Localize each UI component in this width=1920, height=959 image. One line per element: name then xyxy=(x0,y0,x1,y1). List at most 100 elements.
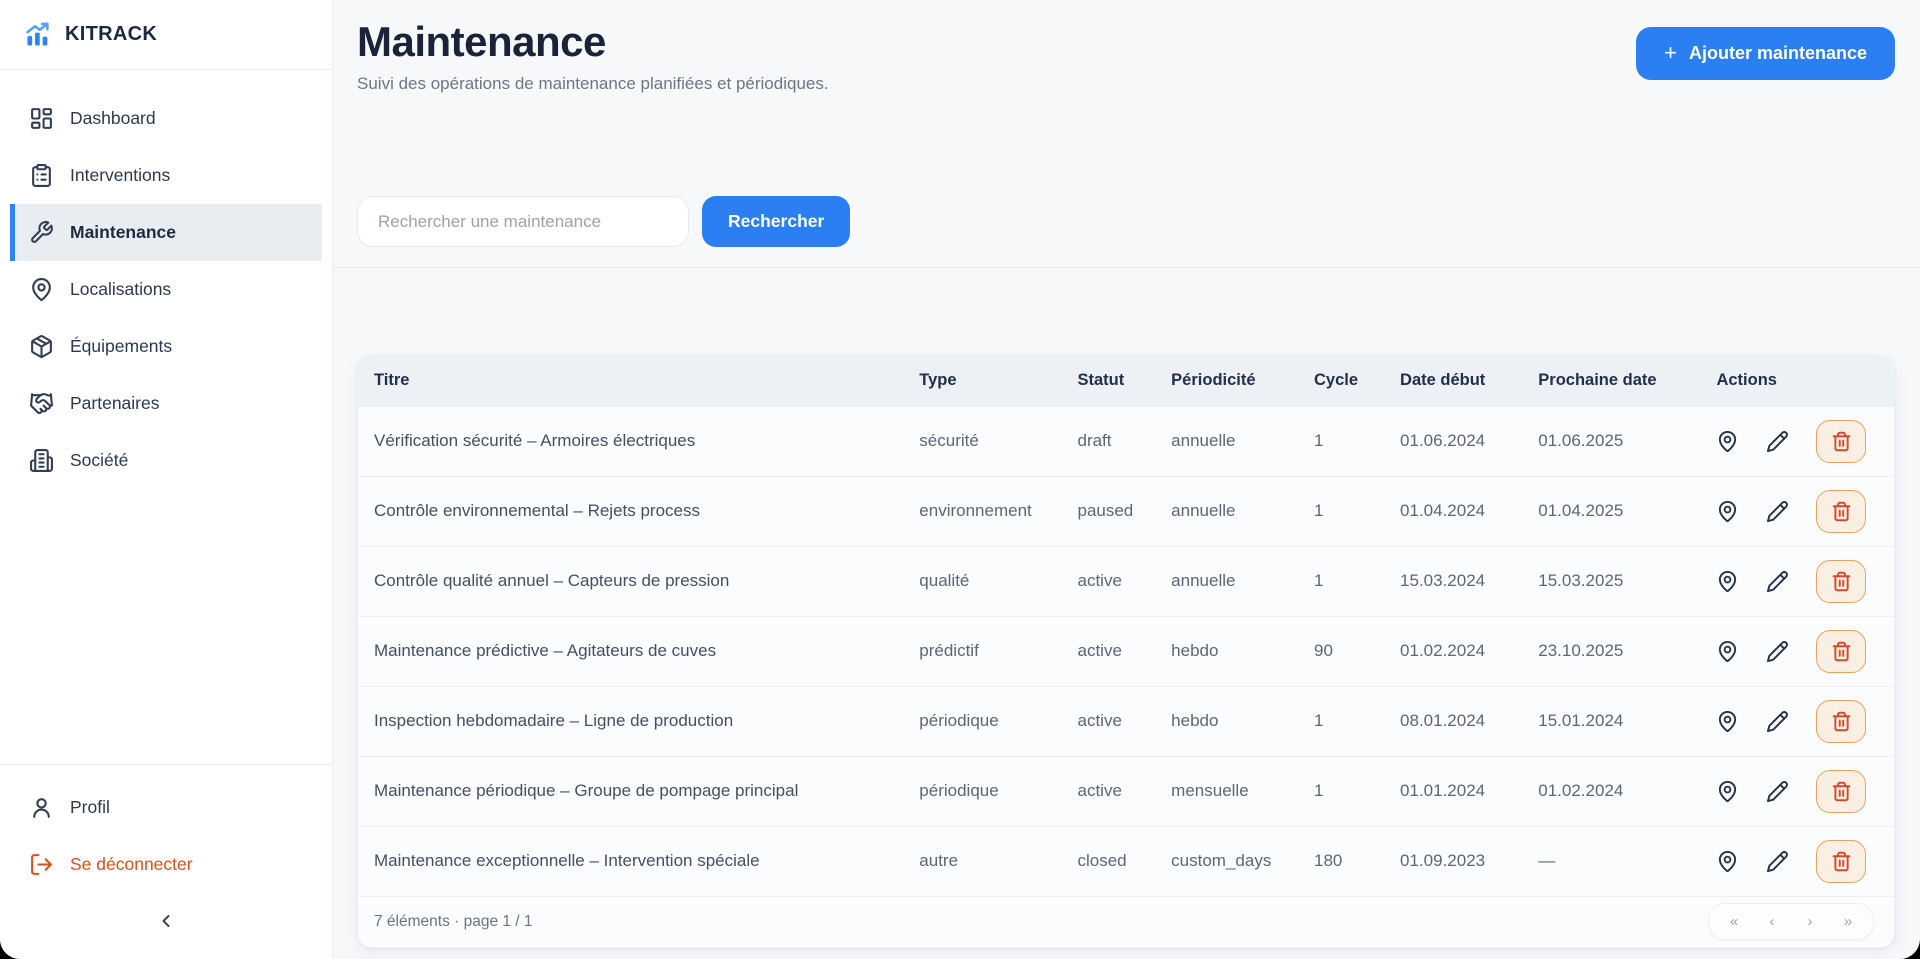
delete-button[interactable] xyxy=(1816,490,1866,533)
cell-cycle: 1 xyxy=(1298,406,1384,476)
cell-prochaine-date: 01.02.2024 xyxy=(1522,756,1700,826)
cell-statut: active xyxy=(1061,686,1155,756)
app-name: KITRACK xyxy=(65,23,157,46)
cell-titre: Contrôle environnemental – Rejets proces… xyxy=(358,476,903,546)
pagination-first-button[interactable]: « xyxy=(1715,907,1753,937)
pagination-next-button[interactable]: › xyxy=(1791,907,1829,937)
chevron-left-icon xyxy=(156,911,176,931)
cell-titre: Maintenance exceptionnelle – Interventio… xyxy=(358,826,903,896)
delete-button[interactable] xyxy=(1816,560,1866,603)
cell-type: périodique xyxy=(903,686,1061,756)
locate-button[interactable] xyxy=(1716,850,1739,873)
trash-icon xyxy=(1831,711,1852,732)
sidebar-item-maintenance[interactable]: Maintenance xyxy=(10,204,322,261)
edit-button[interactable] xyxy=(1766,500,1789,523)
edit-button[interactable] xyxy=(1766,430,1789,453)
cell-titre: Inspection hebdomadaire – Ligne de produ… xyxy=(358,686,903,756)
edit-button[interactable] xyxy=(1766,850,1789,873)
locate-button[interactable] xyxy=(1716,780,1739,803)
handshake-icon xyxy=(29,391,54,416)
locate-button[interactable] xyxy=(1716,500,1739,523)
cell-actions xyxy=(1700,756,1894,826)
sidebar-item-label: Société xyxy=(70,450,128,471)
pencil-icon xyxy=(1766,570,1789,593)
cell-statut: paused xyxy=(1061,476,1155,546)
pagination-prev-button[interactable]: ‹ xyxy=(1753,907,1791,937)
sidebar-item-label: Interventions xyxy=(70,165,170,186)
cell-periodicite: hebdo xyxy=(1155,686,1298,756)
cell-titre: Maintenance périodique – Groupe de pompa… xyxy=(358,756,903,826)
cell-statut: active xyxy=(1061,756,1155,826)
delete-button[interactable] xyxy=(1816,700,1866,743)
cell-date-debut: 08.01.2024 xyxy=(1384,686,1522,756)
pencil-icon xyxy=(1766,780,1789,803)
column-header-periodicite: Périodicité xyxy=(1155,356,1298,406)
page-subtitle: Suivi des opérations de maintenance plan… xyxy=(357,74,829,94)
cell-cycle: 90 xyxy=(1298,616,1384,686)
sidebar-item-localisations[interactable]: Localisations xyxy=(10,261,322,318)
cell-date-debut: 01.04.2024 xyxy=(1384,476,1522,546)
plus-icon: + xyxy=(1664,42,1677,64)
sidebar-item-equipements[interactable]: Équipements xyxy=(10,318,322,375)
main-content: Maintenance Suivi des opérations de main… xyxy=(333,0,1920,959)
cell-type: environnement xyxy=(903,476,1061,546)
search-input[interactable] xyxy=(357,196,689,247)
cell-prochaine-date: 15.03.2025 xyxy=(1522,546,1700,616)
edit-button[interactable] xyxy=(1766,710,1789,733)
cell-prochaine-date: — xyxy=(1522,826,1700,896)
table-row: Maintenance prédictive – Agitateurs de c… xyxy=(358,616,1894,686)
locate-button[interactable] xyxy=(1716,640,1739,663)
cell-date-debut: 15.03.2024 xyxy=(1384,546,1522,616)
sidebar-item-societe[interactable]: Société xyxy=(10,432,322,489)
trash-icon xyxy=(1831,431,1852,452)
locate-button[interactable] xyxy=(1716,570,1739,593)
search-button[interactable]: Rechercher xyxy=(702,196,850,247)
delete-button[interactable] xyxy=(1816,630,1866,673)
map-pin-icon xyxy=(1716,640,1739,663)
edit-button[interactable] xyxy=(1766,780,1789,803)
logout-button[interactable]: Se déconnecter xyxy=(10,836,322,893)
sidebar-item-partenaires[interactable]: Partenaires xyxy=(10,375,322,432)
cell-actions xyxy=(1700,406,1894,476)
cell-actions xyxy=(1700,826,1894,896)
sidebar-item-profil[interactable]: Profil xyxy=(10,779,322,836)
add-maintenance-label: Ajouter maintenance xyxy=(1689,43,1867,64)
sidebar: KITRACK Dashboard xyxy=(0,0,333,959)
sidebar-nav: Dashboard Interventions xyxy=(0,70,332,489)
cell-cycle: 180 xyxy=(1298,826,1384,896)
cell-periodicite: annuelle xyxy=(1155,406,1298,476)
table-footer: 7 éléments · page 1 / 1 « ‹ › » xyxy=(358,896,1894,947)
locate-button[interactable] xyxy=(1716,710,1739,733)
cell-actions xyxy=(1700,616,1894,686)
delete-button[interactable] xyxy=(1816,840,1866,883)
sidebar-item-dashboard[interactable]: Dashboard xyxy=(10,90,322,147)
delete-button[interactable] xyxy=(1816,770,1866,813)
cell-periodicite: mensuelle xyxy=(1155,756,1298,826)
cell-statut: active xyxy=(1061,546,1155,616)
cell-periodicite: hebdo xyxy=(1155,616,1298,686)
delete-button[interactable] xyxy=(1816,420,1866,463)
sidebar-collapse-button[interactable] xyxy=(152,907,180,935)
cell-type: prédictif xyxy=(903,616,1061,686)
cell-date-debut: 01.02.2024 xyxy=(1384,616,1522,686)
edit-button[interactable] xyxy=(1766,640,1789,663)
sidebar-item-label: Profil xyxy=(70,797,110,818)
pagination-last-button[interactable]: » xyxy=(1829,907,1867,937)
column-header-date-debut: Date début xyxy=(1384,356,1522,406)
pencil-icon xyxy=(1766,430,1789,453)
pagination: « ‹ › » xyxy=(1708,903,1874,940)
locate-button[interactable] xyxy=(1716,430,1739,453)
results-summary: 7 éléments · page 1 / 1 xyxy=(374,913,533,931)
cell-actions xyxy=(1700,686,1894,756)
building-icon xyxy=(29,448,54,473)
sidebar-item-label: Maintenance xyxy=(70,222,176,243)
cell-type: qualité xyxy=(903,546,1061,616)
add-maintenance-button[interactable]: + Ajouter maintenance xyxy=(1636,27,1895,80)
map-pin-icon xyxy=(1716,710,1739,733)
edit-button[interactable] xyxy=(1766,570,1789,593)
column-header-type: Type xyxy=(903,356,1061,406)
trash-icon xyxy=(1831,571,1852,592)
sidebar-item-interventions[interactable]: Interventions xyxy=(10,147,322,204)
table-row: Vérification sécurité – Armoires électri… xyxy=(358,406,1894,476)
column-header-statut: Statut xyxy=(1061,356,1155,406)
